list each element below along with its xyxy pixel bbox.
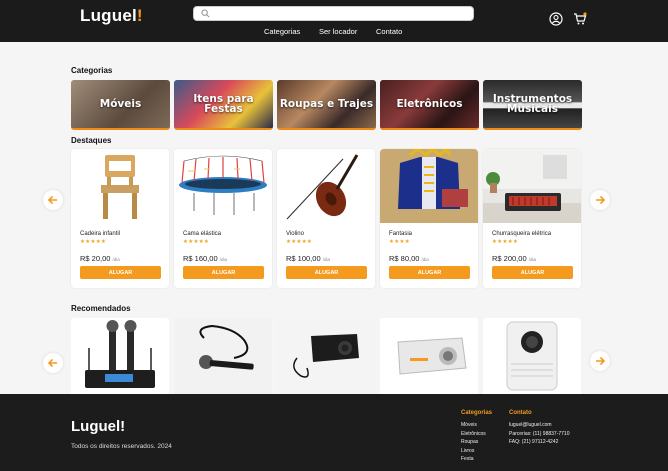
rent-button[interactable]: ALUGAR <box>492 266 573 279</box>
category-festas[interactable]: Itens para Festas <box>174 80 273 130</box>
price-unit: /dia <box>322 257 330 262</box>
search-icon <box>201 9 210 18</box>
cart-icon[interactable] <box>573 12 587 26</box>
category-label: Roupas e Trajes <box>279 98 374 110</box>
footer: Luguel! Todos os direitos reservados. 20… <box>0 394 668 471</box>
category-roupas[interactable]: Roupas e Trajes <box>277 80 376 130</box>
recommended-item[interactable] <box>277 318 375 394</box>
product-image <box>71 318 169 394</box>
category-label: Itens para Festas <box>193 93 254 115</box>
category-label: Eletrônicos <box>396 98 463 110</box>
arrow-right-icon <box>596 356 605 366</box>
price-value: R$ 200,00 <box>492 254 527 263</box>
product-card[interactable]: Cama elástica ★★★★★ R$ 160,00 /dia ALUGA… <box>174 149 272 288</box>
search-input[interactable] <box>193 6 474 21</box>
product-name: Churrasqueira elétrica <box>492 231 552 237</box>
footer-category-link[interactable]: Móveis <box>461 421 486 430</box>
logo-mark: ! <box>136 6 143 25</box>
footer-contact-faq: FAQ: (21) 97112-4242 <box>509 439 559 446</box>
recommended-item[interactable] <box>483 318 581 394</box>
arrow-right-icon <box>596 195 605 205</box>
rating-stars: ★★★★★ <box>492 239 519 245</box>
price-value: R$ 20,00 <box>80 254 111 263</box>
product-name: Cadeira infantil <box>80 231 121 237</box>
rent-button[interactable]: ALUGAR <box>389 266 470 279</box>
price-unit: /dia <box>528 257 536 262</box>
product-image <box>483 318 581 394</box>
top-header: Luguel! Categorias Ser locador Contato <box>0 0 668 42</box>
recommended-item[interactable] <box>380 318 478 394</box>
footer-category-link[interactable]: Festa <box>461 455 486 464</box>
footer-category-link[interactable]: Roupas <box>461 438 486 447</box>
footer-categories-heading: Categorias <box>461 410 493 416</box>
product-card[interactable]: Violino ★★★★★ R$ 100,00 /dia ALUGAR <box>277 149 375 288</box>
nav-contato[interactable]: Contato <box>376 27 402 36</box>
product-card[interactable]: Fantasia ★★★★ R$ 80,00 /dia ALUGAR <box>380 149 478 288</box>
footer-categories-list: Móveis Eletrônicos Roupas Livros Festa <box>461 421 486 464</box>
footer-category-link[interactable]: Livros <box>461 447 486 456</box>
product-image <box>277 149 375 223</box>
product-price: R$ 200,00 /dia <box>492 254 536 263</box>
category-moveis[interactable]: Móveis <box>71 80 170 130</box>
recommended-title: Recomendados <box>71 304 131 313</box>
product-image <box>380 318 478 394</box>
carousel-next-button[interactable] <box>590 351 610 371</box>
categories-title: Categorias <box>71 66 113 75</box>
logo-text: Luguel <box>80 6 137 25</box>
price-value: R$ 100,00 <box>286 254 321 263</box>
carousel-next-button[interactable] <box>590 190 610 210</box>
nav-ser-locador[interactable]: Ser locador <box>319 27 357 36</box>
product-price: R$ 100,00 /dia <box>286 254 330 263</box>
user-icon[interactable] <box>549 12 563 26</box>
rent-button[interactable]: ALUGAR <box>183 266 264 279</box>
footer-contact-partners: Parcerias: (11) 98837-7710 <box>509 430 570 437</box>
rent-button[interactable]: ALUGAR <box>286 266 367 279</box>
product-name: Cama elástica <box>183 231 222 237</box>
footer-contact-heading: Contato <box>509 410 532 416</box>
product-price: R$ 160,00 /dia <box>183 254 227 263</box>
product-name: Fantasia <box>389 231 413 237</box>
footer-contact-email[interactable]: luguel@luguel.com <box>509 421 570 430</box>
product-image <box>174 149 272 223</box>
product-card[interactable]: Cadeira infantil ★★★★★ R$ 20,00 /dia ALU… <box>71 149 169 288</box>
rent-button[interactable]: ALUGAR <box>80 266 161 279</box>
rating-stars: ★★★★★ <box>80 239 107 245</box>
category-eletronicos[interactable]: Eletrônicos <box>380 80 479 130</box>
arrow-left-icon <box>48 195 57 205</box>
product-price: R$ 80,00 /dia <box>389 254 429 263</box>
product-image <box>71 149 169 223</box>
footer-category-link[interactable]: Eletrônicos <box>461 430 486 439</box>
arrow-left-icon <box>48 358 57 368</box>
footer-contact-list: luguel@luguel.com Parcerias: (11) 98837-… <box>509 421 570 447</box>
rating-stars: ★★★★★ <box>286 239 313 245</box>
product-image <box>380 149 478 223</box>
product-image <box>174 318 272 394</box>
footer-rights: Todos os direitos reservados. 2024 <box>71 443 172 450</box>
logo[interactable]: Luguel! <box>80 6 143 26</box>
price-value: R$ 80,00 <box>389 254 420 263</box>
nav-categorias[interactable]: Categorias <box>264 27 300 36</box>
highlights-title: Destaques <box>71 136 112 145</box>
price-value: R$ 160,00 <box>183 254 218 263</box>
carousel-prev-button[interactable] <box>43 190 63 210</box>
recommended-item[interactable] <box>71 318 169 394</box>
footer-logo: Luguel! <box>71 418 126 435</box>
price-unit: /dia <box>421 257 429 262</box>
rating-stars: ★★★★ <box>389 239 410 245</box>
rating-stars: ★★★★★ <box>183 239 210 245</box>
product-image <box>277 318 375 394</box>
product-price: R$ 20,00 /dia <box>80 254 120 263</box>
product-card[interactable]: Churrasqueira elétrica ★★★★★ R$ 200,00 /… <box>483 149 581 288</box>
category-label: Instrumentos Musicais <box>492 93 573 115</box>
product-name: Violino <box>286 231 304 237</box>
recommended-item[interactable] <box>174 318 272 394</box>
price-unit: /dia <box>112 257 120 262</box>
category-instrumentos[interactable]: Instrumentos Musicais <box>483 80 582 130</box>
product-image <box>483 149 581 223</box>
carousel-prev-button[interactable] <box>43 353 63 373</box>
category-label: Móveis <box>99 98 142 110</box>
price-unit: /dia <box>219 257 227 262</box>
